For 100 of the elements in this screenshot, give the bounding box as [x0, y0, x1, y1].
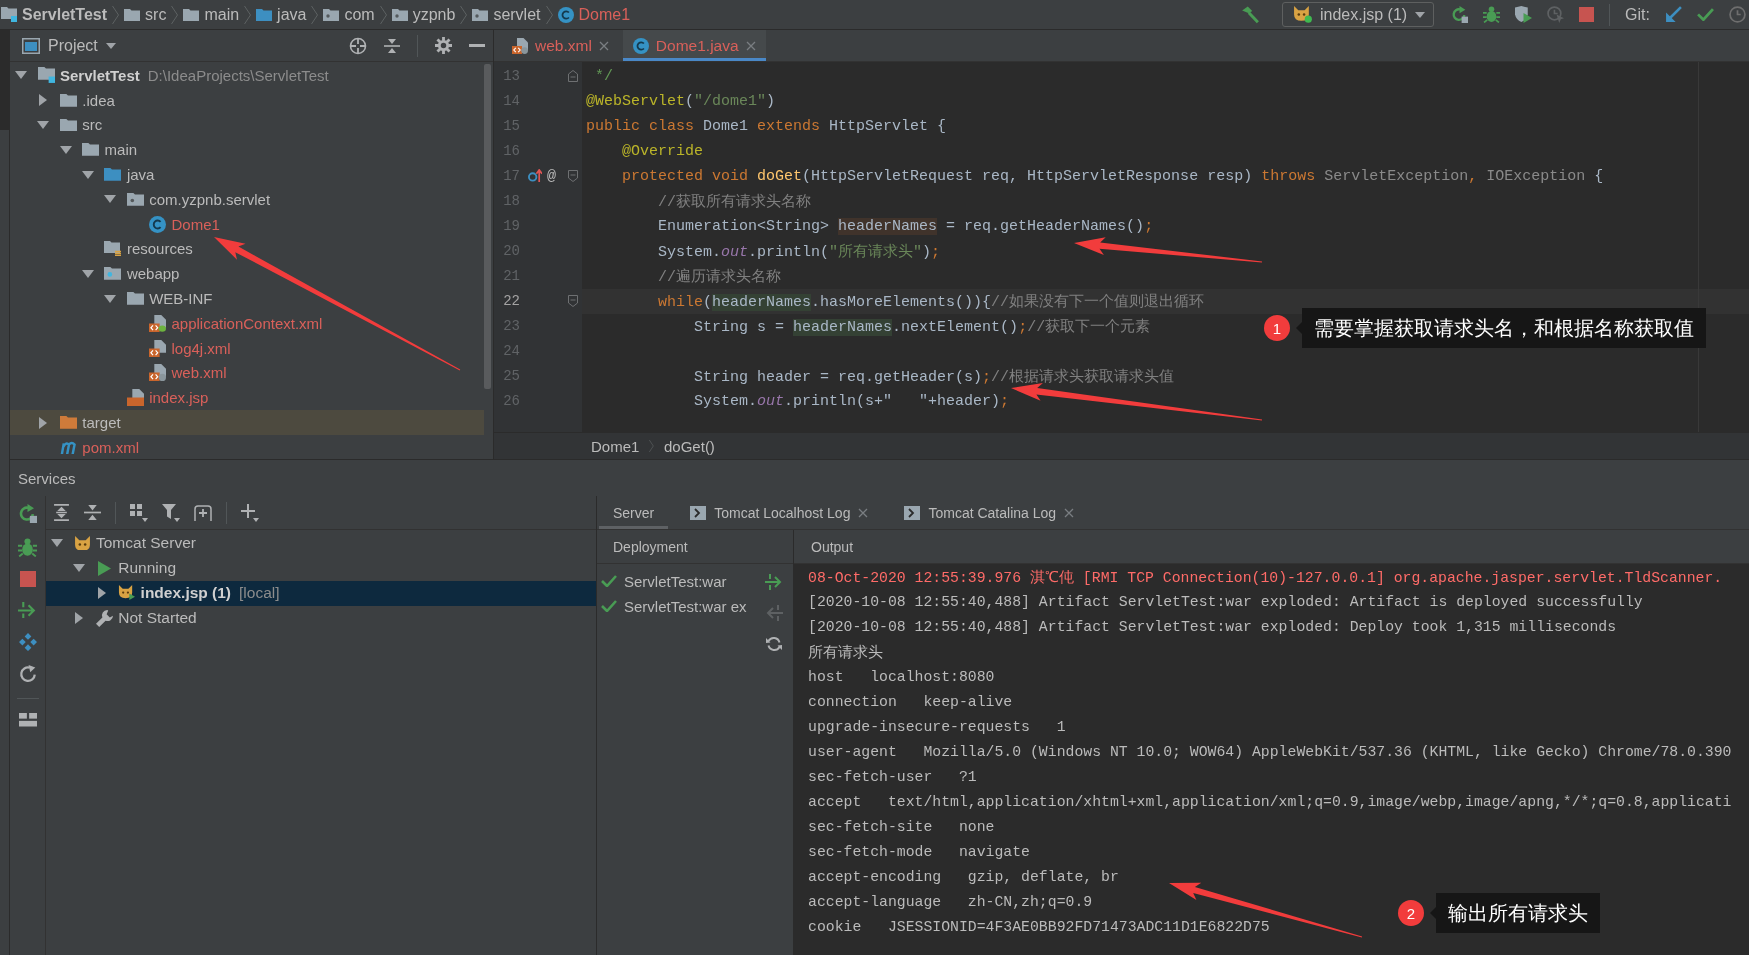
triangle-down-icon[interactable] — [51, 539, 63, 547]
breadcrumb-item[interactable]: src — [124, 2, 167, 27]
tree-item[interactable]: Tomcat Server — [46, 530, 204, 556]
hammer-icon[interactable] — [1240, 5, 1259, 24]
breadcrumb-item[interactable]: servlet — [472, 2, 541, 27]
close-icon[interactable] — [1064, 507, 1075, 518]
breadcrumb-item[interactable]: com — [323, 2, 375, 27]
tree-item[interactable]: web.xml — [10, 360, 235, 386]
stop-icon[interactable] — [19, 571, 36, 587]
deploy-icon[interactable] — [765, 574, 783, 590]
layout-icon[interactable] — [18, 713, 37, 727]
breadcrumb-item[interactable]: main — [183, 2, 240, 27]
group-icon[interactable] — [130, 503, 148, 522]
triangle-right-icon[interactable] — [39, 416, 48, 429]
panel-tab[interactable]: Tomcat Catalina Log — [890, 496, 1089, 529]
tree-item[interactable]: applicationContext.xml — [10, 310, 331, 336]
fold-marker-icon[interactable] — [568, 295, 578, 307]
tree-item[interactable]: Dome1 — [10, 211, 228, 237]
deployment-item[interactable]: ServletTest:war — [597, 568, 727, 594]
deployment-item[interactable]: ServletTest:war ex — [597, 593, 747, 619]
class-icon — [557, 6, 574, 23]
tree-item[interactable]: webapp — [10, 261, 188, 287]
breadcrumb-item[interactable]: Dome1 — [591, 437, 640, 455]
tree-item[interactable]: com.yzpnb.servlet — [10, 187, 279, 212]
project-folder-icon — [37, 67, 55, 84]
code-line: String s = headerNames.nextElement();//获取下一个元素 — [694, 317, 1151, 336]
tree-item[interactable]: java — [10, 162, 163, 187]
breadcrumb-item[interactable]: ServletTest — [1, 2, 108, 27]
diamonds-icon[interactable] — [18, 632, 37, 651]
close-icon[interactable] — [598, 40, 609, 51]
triangle-down-icon[interactable] — [37, 121, 50, 129]
tree-item[interactable]: main — [10, 137, 146, 163]
tree-item[interactable]: target — [10, 410, 484, 435]
bug-icon[interactable] — [1483, 6, 1501, 23]
maven-icon — [59, 440, 77, 454]
folder-icon — [59, 93, 77, 107]
add-icon[interactable] — [241, 503, 259, 522]
tree-item[interactable]: Running — [46, 555, 185, 581]
triangle-down-icon[interactable] — [15, 71, 27, 80]
view-dropdown[interactable]: Project — [22, 36, 116, 55]
arrow-icon[interactable] — [1665, 6, 1682, 23]
refresh-icon[interactable] — [18, 665, 37, 684]
close-icon[interactable] — [745, 40, 756, 51]
panel-tab[interactable]: Tomcat Localhost Log — [676, 496, 883, 529]
triangle-down-icon[interactable] — [104, 294, 117, 303]
tree-item[interactable]: index.jsp (1) [local] — [46, 580, 596, 606]
output-line: sec-fetch-site none — [808, 818, 995, 837]
rerun-icon[interactable] — [18, 504, 37, 523]
tree-item[interactable]: .idea — [10, 87, 123, 113]
collapse-icon[interactable] — [384, 37, 400, 54]
line-number: 22 — [502, 293, 520, 309]
check-icon[interactable] — [1697, 8, 1714, 21]
ring-arrow-icon[interactable] — [528, 169, 542, 183]
new-tab-icon[interactable] — [194, 504, 212, 521]
tree-item[interactable]: src — [10, 112, 111, 138]
crosshair-icon[interactable] — [349, 36, 367, 55]
tree-item[interactable]: WEB-INF — [10, 286, 221, 311]
tree-item[interactable]: resources — [10, 236, 201, 262]
gutter-symbol[interactable]: @ — [547, 167, 556, 185]
scrollbar[interactable] — [484, 64, 491, 389]
breadcrumb-item[interactable]: yzpnb — [391, 2, 456, 27]
deploy-icon[interactable] — [18, 601, 37, 619]
rerun-icon[interactable] — [1451, 6, 1469, 23]
code-line: System.out.println(s+" "+header); — [694, 392, 1010, 410]
sync-icon[interactable] — [766, 636, 782, 652]
collapse-icon[interactable] — [84, 504, 101, 521]
triangle-down-icon[interactable] — [81, 269, 94, 278]
fold-marker-icon[interactable] — [568, 70, 578, 82]
package-folder-icon — [323, 8, 340, 21]
tree-item[interactable]: index.jsp — [10, 385, 217, 411]
tree-item[interactable]: ServletTest D:\IdeaProjects\ServletTest — [10, 63, 337, 88]
run-config-dropdown[interactable]: index.jsp (1) — [1281, 2, 1435, 27]
stop-icon[interactable] — [1579, 7, 1595, 22]
shield-play-icon[interactable] — [1515, 6, 1533, 23]
close-icon[interactable] — [858, 507, 869, 518]
settings-icon[interactable] — [435, 37, 452, 54]
tree-item[interactable]: Not Started — [46, 605, 205, 631]
triangle-down-icon[interactable] — [81, 170, 94, 179]
bug-icon[interactable] — [18, 537, 37, 557]
tree-item[interactable]: log4j.xml — [10, 335, 239, 361]
chevron-icon — [545, 5, 553, 24]
triangle-right-icon[interactable] — [39, 94, 48, 107]
fold-marker-icon[interactable] — [568, 170, 578, 182]
chevron-icon — [649, 440, 654, 452]
triangle-down-icon[interactable] — [104, 195, 117, 204]
breadcrumb-item[interactable]: java — [256, 2, 307, 27]
triangle-down-icon[interactable] — [59, 145, 72, 154]
console-icon — [904, 505, 921, 520]
filter-icon[interactable] — [162, 503, 180, 522]
triangle-down-icon[interactable] — [73, 564, 86, 572]
editor-tab[interactable]: web.xml — [502, 30, 619, 61]
triangle-right-icon[interactable] — [75, 612, 84, 624]
expand-icon[interactable] — [53, 504, 70, 521]
breadcrumb-item[interactable]: doGet() — [664, 437, 715, 455]
breadcrumb-item[interactable]: Dome1 — [557, 2, 631, 27]
panel-tab[interactable]: Server — [599, 496, 669, 529]
code-line: public class Dome1 extends HttpServlet { — [586, 117, 947, 135]
window-icon — [22, 37, 40, 54]
triangle-right-icon[interactable] — [97, 587, 106, 599]
tree-item[interactable]: pom.xml — [10, 434, 147, 459]
